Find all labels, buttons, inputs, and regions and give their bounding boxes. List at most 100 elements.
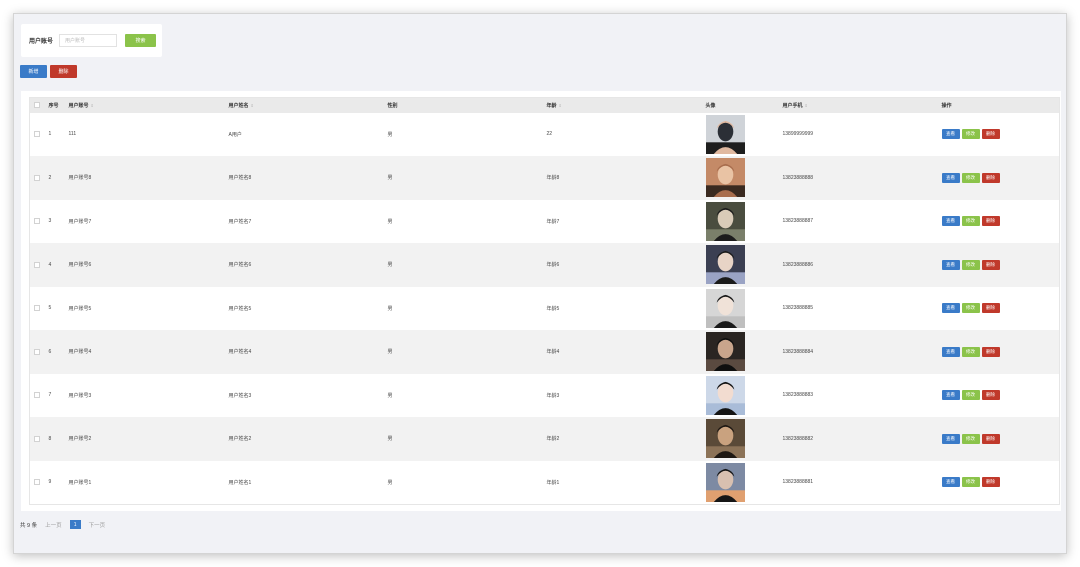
table-row: 5 用户账号5 用户姓名5 男 年龄5 13823888885 查看 修改 删除 <box>30 287 1060 331</box>
cell-gender: 男 <box>387 305 393 312</box>
delete-button[interactable]: 删除 <box>981 259 1000 270</box>
search-panel: 用户账号 搜索 <box>21 24 162 57</box>
edit-button[interactable]: 修改 <box>961 477 980 487</box>
cell-name: 用户姓名5 <box>228 305 252 312</box>
cell-account: 用户账号4 <box>68 349 92 356</box>
search-label: 用户账号 <box>29 39 54 45</box>
cell-ops: 查看 修改 删除 <box>938 287 1060 331</box>
row-select-cell[interactable] <box>30 287 45 331</box>
row-select-cell[interactable] <box>30 330 45 374</box>
row-select-cell[interactable] <box>30 243 45 287</box>
row-actions: 查看 修改 删除 <box>941 477 1060 487</box>
cell-gender: 男 <box>387 175 393 182</box>
row-checkbox[interactable] <box>34 131 40 138</box>
avatar-photo <box>705 288 745 328</box>
add-button[interactable]: 新增 <box>20 65 47 78</box>
avatar <box>705 462 745 502</box>
row-checkbox[interactable] <box>34 218 40 225</box>
cell-avatar <box>702 417 779 461</box>
sort-arrows-icon[interactable]: ⇕ <box>805 103 808 108</box>
view-button[interactable]: 查看 <box>941 216 960 227</box>
table-row: 6 用户账号4 用户姓名4 男 年龄4 13823888884 查看 修改 删除 <box>29 330 1060 374</box>
action-toolbar: 新增 删除 <box>20 65 77 78</box>
view-button[interactable]: 查看 <box>941 346 960 357</box>
row-select-cell[interactable] <box>30 113 45 157</box>
edit-button[interactable]: 修改 <box>961 259 980 270</box>
header-phone[interactable]: 用户手机 ⇕ <box>779 98 938 113</box>
cell-phone: 13823888888 <box>782 174 814 181</box>
edit-button[interactable]: 修改 <box>961 433 980 444</box>
batch-delete-button[interactable]: 删除 <box>50 65 77 78</box>
cell-ops: 查看 修改 删除 <box>938 417 1060 461</box>
view-button[interactable]: 查看 <box>941 129 960 140</box>
header-name[interactable]: 用户姓名 ⇕ <box>225 98 384 113</box>
delete-button[interactable]: 删除 <box>981 477 1000 487</box>
cell-ops: 查看 修改 删除 <box>938 200 1060 244</box>
cell-gender: 男 <box>387 131 393 138</box>
header-index: 序号 <box>48 102 59 109</box>
cell-account: 用户账号2 <box>68 436 92 443</box>
avatar-photo <box>705 332 745 372</box>
view-button[interactable]: 查看 <box>941 303 960 314</box>
view-button[interactable]: 查看 <box>941 477 960 487</box>
row-select-cell[interactable] <box>30 156 45 200</box>
header-avatar: 头像 <box>705 102 716 109</box>
row-select-cell[interactable] <box>30 374 45 418</box>
row-actions: 查看 修改 删除 <box>941 129 1060 140</box>
delete-button[interactable]: 删除 <box>981 216 1000 227</box>
cell-avatar <box>702 200 779 244</box>
delete-button[interactable]: 删除 <box>981 172 1000 183</box>
row-checkbox[interactable] <box>34 261 40 268</box>
search-input[interactable] <box>59 34 118 47</box>
prev-page-link[interactable]: 上一页 <box>45 521 62 529</box>
row-select-cell[interactable] <box>30 417 45 461</box>
header-gender: 性别 <box>387 102 398 109</box>
edit-button[interactable]: 修改 <box>961 172 980 183</box>
delete-button[interactable]: 删除 <box>981 129 1000 140</box>
row-checkbox[interactable] <box>34 348 40 355</box>
edit-button[interactable]: 修改 <box>961 390 980 401</box>
edit-button[interactable]: 修改 <box>961 346 980 357</box>
avatar-photo <box>705 158 745 198</box>
row-checkbox[interactable] <box>34 305 40 312</box>
delete-button[interactable]: 删除 <box>981 303 1000 314</box>
row-select-cell[interactable] <box>30 200 45 244</box>
delete-button[interactable]: 删除 <box>981 433 1000 444</box>
view-button[interactable]: 查看 <box>941 172 960 183</box>
row-checkbox[interactable] <box>34 435 40 442</box>
cell-phone: 13823888886 <box>782 261 814 268</box>
row-select-cell[interactable] <box>30 461 45 505</box>
cell-avatar <box>702 374 779 418</box>
view-button[interactable]: 查看 <box>941 259 960 270</box>
delete-button[interactable]: 删除 <box>981 346 1000 357</box>
view-button[interactable]: 查看 <box>941 433 960 444</box>
search-button[interactable]: 搜索 <box>125 34 157 47</box>
cell-name: 用户姓名7 <box>228 218 252 225</box>
cell-avatar <box>702 243 779 287</box>
next-page-link[interactable]: 下一页 <box>89 521 106 529</box>
cell-name: 用户姓名6 <box>228 262 252 269</box>
avatar <box>705 288 745 328</box>
delete-button[interactable]: 删除 <box>981 390 1000 401</box>
row-checkbox[interactable] <box>34 174 40 181</box>
header-select-all[interactable] <box>30 98 45 113</box>
sort-arrows-icon[interactable]: ⇕ <box>559 103 562 108</box>
table-header-row: 序号 用户账号 ⇕ 用户姓名 ⇕ 性别 年龄 ⇕ 头像 用户手机 ⇕ 操作 <box>29 97 1060 113</box>
view-button[interactable]: 查看 <box>941 390 960 401</box>
row-actions: 查看 修改 删除 <box>941 433 1060 444</box>
sort-arrows-icon[interactable]: ⇕ <box>91 103 94 108</box>
select-all-checkbox[interactable] <box>34 102 40 109</box>
current-page-button[interactable]: 1 <box>69 520 81 529</box>
header-account[interactable]: 用户账号 ⇕ <box>65 98 225 113</box>
cell-index: 4 <box>48 261 52 268</box>
row-checkbox[interactable] <box>34 392 40 399</box>
avatar-photo <box>705 201 745 241</box>
sort-arrows-icon[interactable]: ⇕ <box>251 103 254 108</box>
edit-button[interactable]: 修改 <box>961 216 980 227</box>
avatar-photo <box>705 245 745 285</box>
edit-button[interactable]: 修改 <box>961 129 980 140</box>
edit-button[interactable]: 修改 <box>961 303 980 314</box>
header-age[interactable]: 年龄 ⇕ <box>543 98 702 113</box>
row-checkbox[interactable] <box>34 478 40 485</box>
cell-index: 2 <box>48 174 52 181</box>
